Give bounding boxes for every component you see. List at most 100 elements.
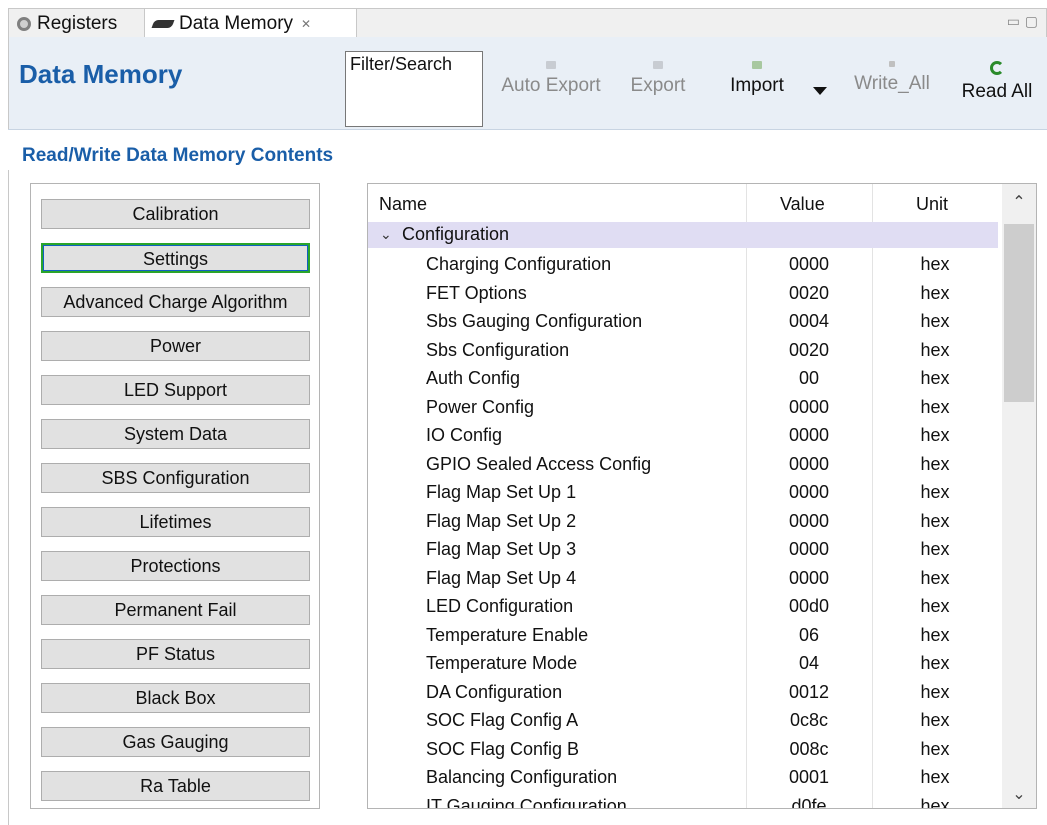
cell-value[interactable]: 04 — [746, 653, 872, 674]
cell-name: Power Config — [426, 396, 535, 417]
cell-value[interactable]: 0020 — [746, 340, 872, 361]
cell-value[interactable]: 008c — [746, 739, 872, 760]
cell-unit: hex — [920, 254, 950, 274]
table-row[interactable]: Power Config 0000 hex — [368, 393, 998, 421]
category-button-black-box[interactable]: Black Box — [41, 683, 310, 713]
category-button-power[interactable]: Power — [41, 331, 310, 361]
table-row[interactable]: Flag Map Set Up 2 0000 hex — [368, 507, 998, 535]
maximize-icon[interactable]: ▢ — [1025, 13, 1038, 30]
cell-value[interactable]: 0012 — [746, 682, 872, 703]
group-row-configuration[interactable]: ⌄ Configuration — [368, 222, 998, 248]
table-row[interactable]: GPIO Sealed Access Config 0000 hex — [368, 450, 998, 478]
tab-registers[interactable]: Registers — [9, 9, 145, 38]
cell-unit: hex — [920, 311, 950, 331]
vertical-scrollbar[interactable]: ⌃ ⌄ — [1002, 184, 1036, 808]
table-row[interactable]: Auth Config 00 hex — [368, 364, 998, 392]
cell-value[interactable]: 0000 — [746, 482, 872, 503]
tab-data-memory-label: Data Memory — [179, 13, 294, 34]
section-title: Read/Write Data Memory Contents — [22, 145, 334, 166]
table-row[interactable]: IO Config 0000 hex — [368, 421, 998, 449]
category-button-system-data[interactable]: System Data — [41, 419, 310, 449]
cell-name: IO Config — [426, 425, 503, 445]
write-all-button[interactable]: Write_All — [839, 61, 945, 95]
table-row[interactable]: Flag Map Set Up 4 0000 hex — [368, 564, 998, 592]
table-row[interactable]: Sbs Gauging Configuration 0004 hex — [368, 307, 998, 335]
cell-value[interactable]: 0004 — [746, 311, 872, 332]
cell-unit: hex — [920, 282, 950, 303]
column-header-name[interactable]: Name — [379, 194, 427, 215]
tab-data-memory[interactable]: Data Memory ✕ — [145, 9, 357, 39]
table-row[interactable]: Sbs Configuration 0020 hex — [368, 336, 998, 364]
cell-value[interactable]: 0001 — [746, 767, 872, 788]
cell-value[interactable]: 0000 — [746, 397, 872, 418]
table-row[interactable]: IT Gauging Configuration d0fe hex — [368, 792, 998, 809]
category-button-ra-table[interactable]: Ra Table — [41, 771, 310, 801]
table-row[interactable]: SOC Flag Config B 008c hex — [368, 735, 998, 763]
chevron-down-icon[interactable]: ⌄ — [380, 226, 392, 243]
cell-value[interactable]: 0000 — [746, 254, 872, 275]
category-button-calibration[interactable]: Calibration — [41, 199, 310, 229]
minimize-icon[interactable]: ▭ — [1007, 13, 1020, 30]
cell-name: Temperature Enable — [426, 624, 589, 645]
cell-value[interactable]: d0fe — [746, 796, 872, 809]
read-all-button[interactable]: Read All — [947, 61, 1047, 103]
category-button-advanced-charge-algorithm[interactable]: Advanced Charge Algorithm — [41, 287, 310, 317]
cell-value[interactable]: 0000 — [746, 425, 872, 446]
table-row[interactable]: DA Configuration 0012 hex — [368, 678, 998, 706]
category-button-led-support[interactable]: LED Support — [41, 375, 310, 405]
cell-value[interactable]: 0020 — [746, 283, 872, 304]
table-row[interactable]: Charging Configuration 0000 hex — [368, 250, 998, 278]
table-row[interactable]: Flag Map Set Up 3 0000 hex — [368, 535, 998, 563]
auto-export-button[interactable]: Auto Export — [489, 61, 613, 97]
cell-value[interactable]: 0000 — [746, 568, 872, 589]
import-dropdown-arrow-icon[interactable] — [813, 87, 827, 95]
cell-value[interactable]: 00d0 — [746, 596, 872, 617]
cell-unit: hex — [920, 396, 950, 417]
cell-unit: hex — [920, 738, 950, 759]
cell-unit: hex — [920, 425, 950, 445]
cell-value[interactable]: 0000 — [746, 511, 872, 532]
export-button[interactable]: Export — [613, 61, 703, 97]
category-button-gas-gauging[interactable]: Gas Gauging — [41, 727, 310, 757]
cell-name: GPIO Sealed Access Config — [426, 453, 652, 474]
cell-unit: hex — [920, 624, 950, 645]
table-row[interactable]: Temperature Mode 04 hex — [368, 649, 998, 677]
scroll-up-icon[interactable]: ⌃ — [1002, 192, 1036, 212]
cell-name: FET Options — [426, 282, 527, 303]
import-icon — [752, 61, 762, 69]
cell-value[interactable]: 0000 — [746, 539, 872, 560]
cell-value[interactable]: 0c8c — [746, 710, 872, 731]
scroll-down-icon[interactable]: ⌄ — [1002, 784, 1036, 804]
category-button-pf-status[interactable]: PF Status — [41, 639, 310, 669]
table-row[interactable]: LED Configuration 00d0 hex — [368, 592, 998, 620]
gear-icon — [17, 16, 31, 31]
table-row[interactable]: Balancing Configuration 0001 hex — [368, 763, 998, 791]
category-button-protections[interactable]: Protections — [41, 551, 310, 581]
cell-name: Balancing Configuration — [426, 767, 618, 787]
category-button-sbs-configuration[interactable]: SBS Configuration — [41, 463, 310, 493]
scrollbar-thumb[interactable] — [1004, 224, 1034, 402]
cell-name: SOC Flag Config A — [426, 710, 579, 730]
category-button-settings[interactable]: Settings — [41, 243, 310, 273]
import-button[interactable]: Import — [711, 61, 803, 97]
header-divider — [8, 129, 1047, 130]
filter-search-input[interactable]: Filter/Search — [345, 51, 483, 127]
cell-unit: hex — [920, 767, 950, 787]
category-button-permanent-fail[interactable]: Permanent Fail — [41, 595, 310, 625]
table-row[interactable]: Temperature Enable 06 hex — [368, 621, 998, 649]
table-row[interactable]: Flag Map Set Up 1 0000 hex — [368, 478, 998, 506]
close-tab-icon[interactable]: ✕ — [301, 17, 311, 31]
table-row[interactable]: SOC Flag Config A 0c8c hex — [368, 706, 998, 734]
cell-value[interactable]: 06 — [746, 625, 872, 646]
cell-value[interactable]: 00 — [746, 368, 872, 389]
table-row[interactable]: FET Options 0020 hex — [368, 279, 998, 307]
write-all-icon — [889, 61, 895, 67]
column-header-value[interactable]: Value — [780, 194, 825, 215]
cell-value[interactable]: 0000 — [746, 454, 872, 475]
cell-unit: hex — [920, 653, 950, 673]
page-title: Data Memory — [19, 59, 183, 89]
category-button-lifetimes[interactable]: Lifetimes — [41, 507, 310, 537]
group-label: Configuration — [402, 224, 510, 244]
column-header-unit[interactable]: Unit — [916, 194, 948, 215]
cell-name: Charging Configuration — [426, 254, 612, 274]
